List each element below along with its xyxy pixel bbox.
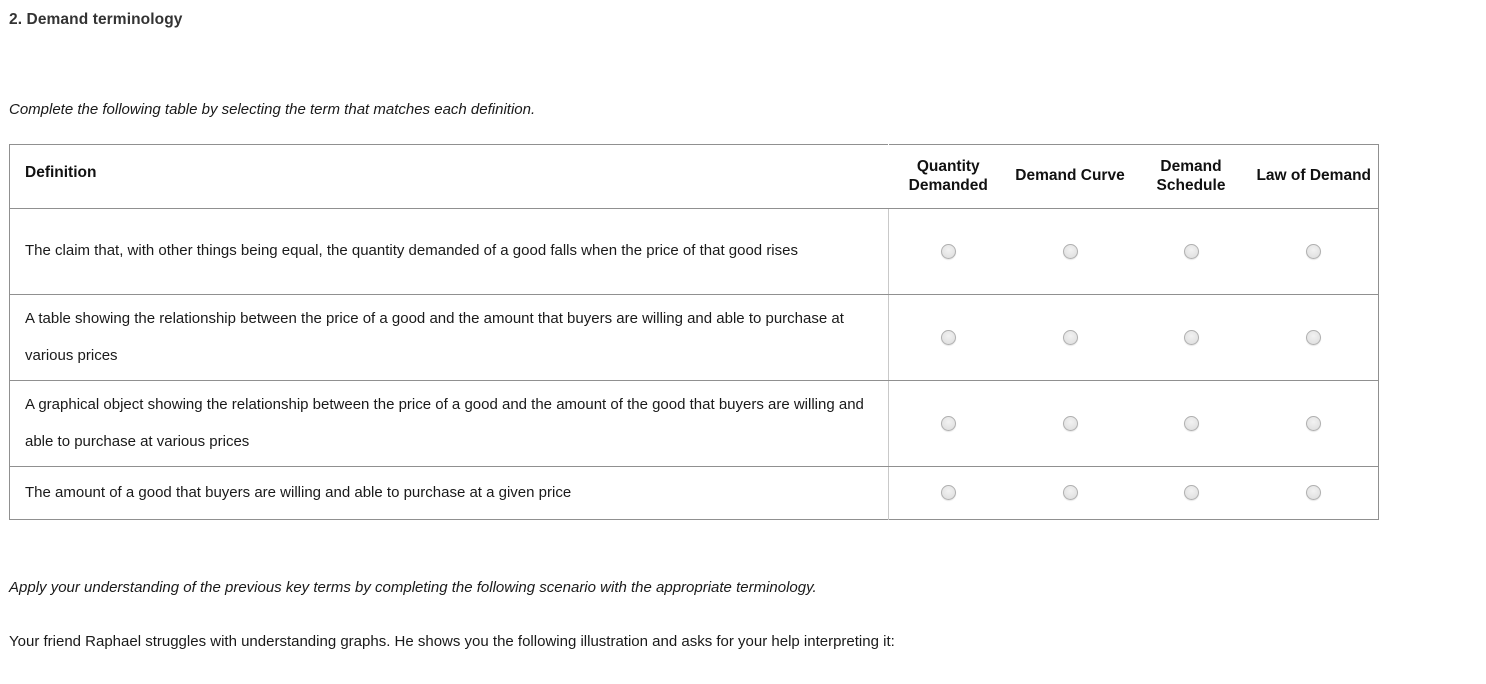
radio-button-3-demand-schedule[interactable]	[1183, 415, 1199, 431]
table-row: The amount of a good that buyers are wil…	[9, 466, 1379, 520]
radio-cell-3-quantity-demanded[interactable]	[888, 380, 1008, 467]
scenario-instruction: Apply your understanding of the previous…	[9, 579, 817, 596]
radio-button-1-demand-schedule[interactable]	[1183, 243, 1199, 259]
radio-cell-2-demand-schedule[interactable]	[1132, 294, 1250, 381]
radio-button-4-law-of-demand[interactable]	[1306, 485, 1322, 501]
radio-button-4-demand-schedule[interactable]	[1183, 485, 1199, 501]
table-row: A graphical object showing the relations…	[9, 380, 1379, 467]
radio-cell-1-law-of-demand[interactable]	[1249, 208, 1379, 295]
radio-cell-4-demand-schedule[interactable]	[1133, 467, 1250, 520]
definition-text-3: A graphical object showing the relations…	[9, 380, 889, 467]
table-instruction: Complete the following table by selectin…	[9, 101, 536, 118]
column-header-demand-schedule: Demand Schedule	[1132, 144, 1250, 209]
column-header-definition: Definition	[9, 144, 889, 209]
column-header-law-of-demand: Law of Demand	[1249, 144, 1379, 209]
column-header-demand-curve: Demand Curve	[1007, 144, 1133, 209]
scenario-intro-text: Your friend Raphael struggles with under…	[9, 633, 895, 650]
radio-cell-2-demand-curve[interactable]	[1007, 294, 1133, 381]
radio-button-3-demand-curve[interactable]	[1062, 415, 1078, 431]
radio-button-4-demand-curve[interactable]	[1062, 485, 1078, 501]
radio-cell-3-demand-schedule[interactable]	[1132, 380, 1250, 467]
definition-text-2: A table showing the relationship between…	[9, 294, 889, 381]
radio-cell-2-law-of-demand[interactable]	[1249, 294, 1379, 381]
definition-matching-table: Definition Quantity Demanded Demand Curv…	[9, 144, 1379, 520]
radio-cell-3-law-of-demand[interactable]	[1249, 380, 1379, 467]
radio-button-4-quantity-demanded[interactable]	[940, 485, 956, 501]
definition-text-4: The amount of a good that buyers are wil…	[9, 466, 889, 520]
radio-button-3-law-of-demand[interactable]	[1306, 415, 1322, 431]
exercise-page: 2. Demand terminology Complete the follo…	[0, 0, 1486, 684]
radio-button-2-demand-curve[interactable]	[1062, 329, 1078, 345]
column-header-quantity-demanded: Quantity Demanded	[888, 144, 1008, 209]
radio-cell-1-quantity-demanded[interactable]	[888, 208, 1008, 295]
table-header-row: Definition Quantity Demanded Demand Curv…	[9, 144, 1379, 209]
table-row: The claim that, with other things being …	[9, 208, 1379, 295]
radio-cell-1-demand-curve[interactable]	[1007, 208, 1133, 295]
radio-cell-4-law-of-demand[interactable]	[1250, 467, 1379, 520]
table-row: A table showing the relationship between…	[9, 294, 1379, 381]
radio-button-2-quantity-demanded[interactable]	[940, 329, 956, 345]
radio-button-1-law-of-demand[interactable]	[1306, 243, 1322, 259]
definition-text-1: The claim that, with other things being …	[9, 208, 889, 295]
radio-button-1-demand-curve[interactable]	[1062, 243, 1078, 259]
page-title: 2. Demand terminology	[9, 11, 183, 28]
radio-button-1-quantity-demanded[interactable]	[940, 243, 956, 259]
radio-cell-3-demand-curve[interactable]	[1007, 380, 1133, 467]
radio-button-2-demand-schedule[interactable]	[1183, 329, 1199, 345]
radio-cell-1-demand-schedule[interactable]	[1132, 208, 1250, 295]
radio-cell-4-quantity-demanded[interactable]	[889, 467, 1008, 520]
radio-cell-4-demand-curve[interactable]	[1008, 467, 1133, 520]
radio-button-2-law-of-demand[interactable]	[1306, 329, 1322, 345]
radio-cell-2-quantity-demanded[interactable]	[888, 294, 1008, 381]
radio-button-3-quantity-demanded[interactable]	[940, 415, 956, 431]
